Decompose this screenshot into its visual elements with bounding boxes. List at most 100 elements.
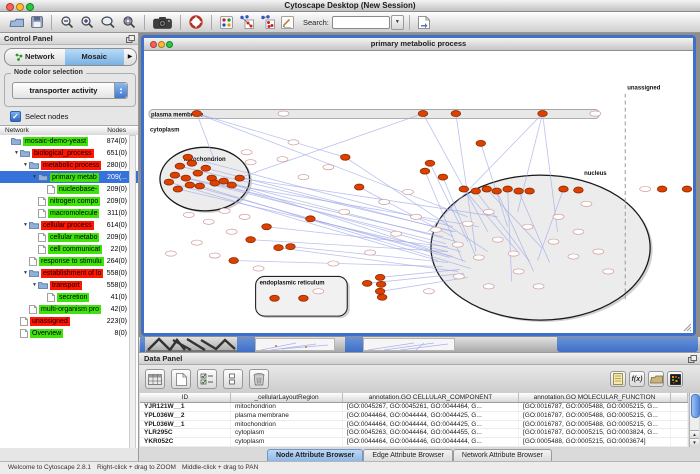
graph-node-outline[interactable] [483,284,494,289]
graph-node-outline[interactable] [203,219,214,224]
tree-row[interactable]: unassigned223(0) [0,315,138,327]
graph-node-outline[interactable] [553,214,564,219]
tree-row[interactable]: ▼cellular process614(0) [0,219,138,231]
table-cell[interactable]: [GO:0045263, GO:0044464, GO:0044455, G..… [343,429,519,437]
graph-node[interactable] [492,188,502,194]
graph-node-outline[interactable] [452,242,463,247]
graph-node[interactable] [574,187,584,193]
graph-node-outline[interactable] [403,189,414,194]
save-session-button[interactable] [31,14,43,31]
expander-triangle-icon[interactable]: ▼ [31,174,38,180]
tree-item-label[interactable]: secretion [57,293,89,302]
delete-attribute-button[interactable] [249,369,269,389]
tree-item-label[interactable]: establishment of lo [41,269,103,278]
network-window[interactable]: primary metabolic process plasma membran… [141,35,696,336]
graph-node-outline[interactable] [328,261,339,266]
graph-node[interactable] [538,111,548,117]
float-panel-icon[interactable] [688,355,697,363]
graph-node[interactable] [377,294,387,300]
import-attributes-button[interactable] [648,371,664,387]
table-cell[interactable]: mitochondrion [231,421,343,429]
tree-row[interactable]: macromolecule311(0) [0,207,138,219]
tree-item-label[interactable]: macromolecule [48,209,99,218]
app-titlebar[interactable]: Cytoscape Desktop (New Session) [0,0,700,12]
tree-header-nodes[interactable]: Nodes [107,126,126,135]
graph-node-outline[interactable] [522,224,533,229]
network-window-titlebar[interactable]: primary metabolic process [144,38,693,51]
tree-row[interactable]: nitrogen compo209(0) [0,195,138,207]
graph-node-outline[interactable] [593,249,604,254]
graph-node-outline[interactable] [573,229,584,234]
graph-node-outline[interactable] [492,237,503,242]
graph-node-outline[interactable] [253,266,264,271]
tree-row[interactable]: response to stimulu264(0) [0,255,138,267]
graph-node[interactable] [376,281,386,287]
tree-item-label[interactable]: metabolic process [41,161,101,170]
column-header[interactable]: ID [140,393,231,402]
graph-node[interactable] [195,183,205,189]
table-cell[interactable]: plasma membrane [231,412,343,420]
table-cell[interactable]: cytoplasm [231,429,343,437]
expander-triangle-icon[interactable]: ▼ [13,150,20,156]
tree-item-label[interactable]: primary metab [50,173,99,182]
graph-node-outline[interactable] [323,165,334,170]
graph-node-outline[interactable] [533,284,544,289]
graph-node[interactable] [375,274,385,280]
graph-node-outline[interactable] [462,221,473,226]
graph-node[interactable] [559,186,569,192]
graph-node[interactable] [173,186,183,192]
table-row[interactable]: YJR121W__1mitochondrion[GO:0045267, GO:0… [140,403,688,412]
select-nodes-checkbox[interactable]: ✓ [10,111,21,122]
zoom-in-button[interactable] [80,14,94,31]
graph-node[interactable] [227,182,237,188]
attribute-table-button[interactable] [145,369,165,389]
graph-node-outline[interactable] [590,111,601,116]
graph-node-outline[interactable] [239,214,250,219]
tree-row[interactable]: ▼establishment of lo558(0) [0,267,138,279]
graph-node-outline[interactable] [226,229,237,234]
layout-button-b[interactable] [260,14,275,31]
table-row[interactable]: YLR295Ccytoplasm[GO:0045263, GO:0044464,… [140,429,688,438]
graph-node-outline[interactable] [245,160,256,165]
table-cell[interactable]: [GO:0044464, GO:0044446, GO:0044444, G..… [343,438,519,446]
column-header[interactable]: _cellularLayoutRegion [231,393,343,402]
graph-node[interactable] [270,295,280,301]
table-row[interactable]: YKR052Ccytoplasm[GO:0044464, GO:0044446,… [140,438,688,447]
expander-triangle-icon[interactable]: ▼ [22,162,29,168]
graph-node-outline[interactable] [473,255,484,260]
graph-node-outline[interactable] [191,240,202,245]
open-session-button[interactable] [9,14,25,31]
tree-row[interactable]: cellular metabo209(0) [0,231,138,243]
tree-row[interactable]: ▼primary metab209(... [0,171,138,183]
table-cell[interactable]: [GO:0016787, GO:0005488, GO:0005215, G..… [519,421,671,429]
graph-node-outline[interactable] [411,214,422,219]
graph-node-outline[interactable] [288,140,299,145]
table-cell[interactable]: YPL036W__1 [140,421,231,429]
graph-node[interactable] [362,280,372,286]
table-cell[interactable]: YKR052C [140,438,231,446]
tab-network[interactable]: Network [5,49,65,65]
tree-scrollbar[interactable] [129,135,136,455]
table-cell[interactable]: cytoplasm [231,438,343,446]
graph-node[interactable] [219,178,229,184]
graph-node[interactable] [185,182,195,188]
vizmapper-button[interactable] [220,14,233,31]
zoom-out-button[interactable] [60,14,74,31]
graph-node-outline[interactable] [640,186,651,191]
graph-node[interactable] [183,154,193,160]
graph-node[interactable] [246,237,256,243]
graph-node[interactable] [425,160,435,166]
graph-node-outline[interactable] [581,201,592,206]
tree-item-label[interactable]: unassigned [30,317,70,326]
table-cell[interactable]: [GO:0016787, GO:0005215, GO:0003824, G..… [519,429,671,437]
notes-button[interactable] [610,371,626,387]
expander-triangle-icon[interactable]: ▼ [22,270,29,276]
function-builder-button[interactable]: f(x) [629,371,645,387]
expander-triangle-icon[interactable]: ▼ [22,222,29,228]
scroll-down-button[interactable]: ▼ [690,438,699,447]
table-cell[interactable]: [GO:0016787, GO:0005488, GO:0005215, G..… [519,412,671,420]
graph-node[interactable] [471,188,481,194]
tree-item-label[interactable]: multi-organism pro [39,305,101,314]
graph-node[interactable] [210,180,220,186]
graph-node-outline[interactable] [339,209,350,214]
